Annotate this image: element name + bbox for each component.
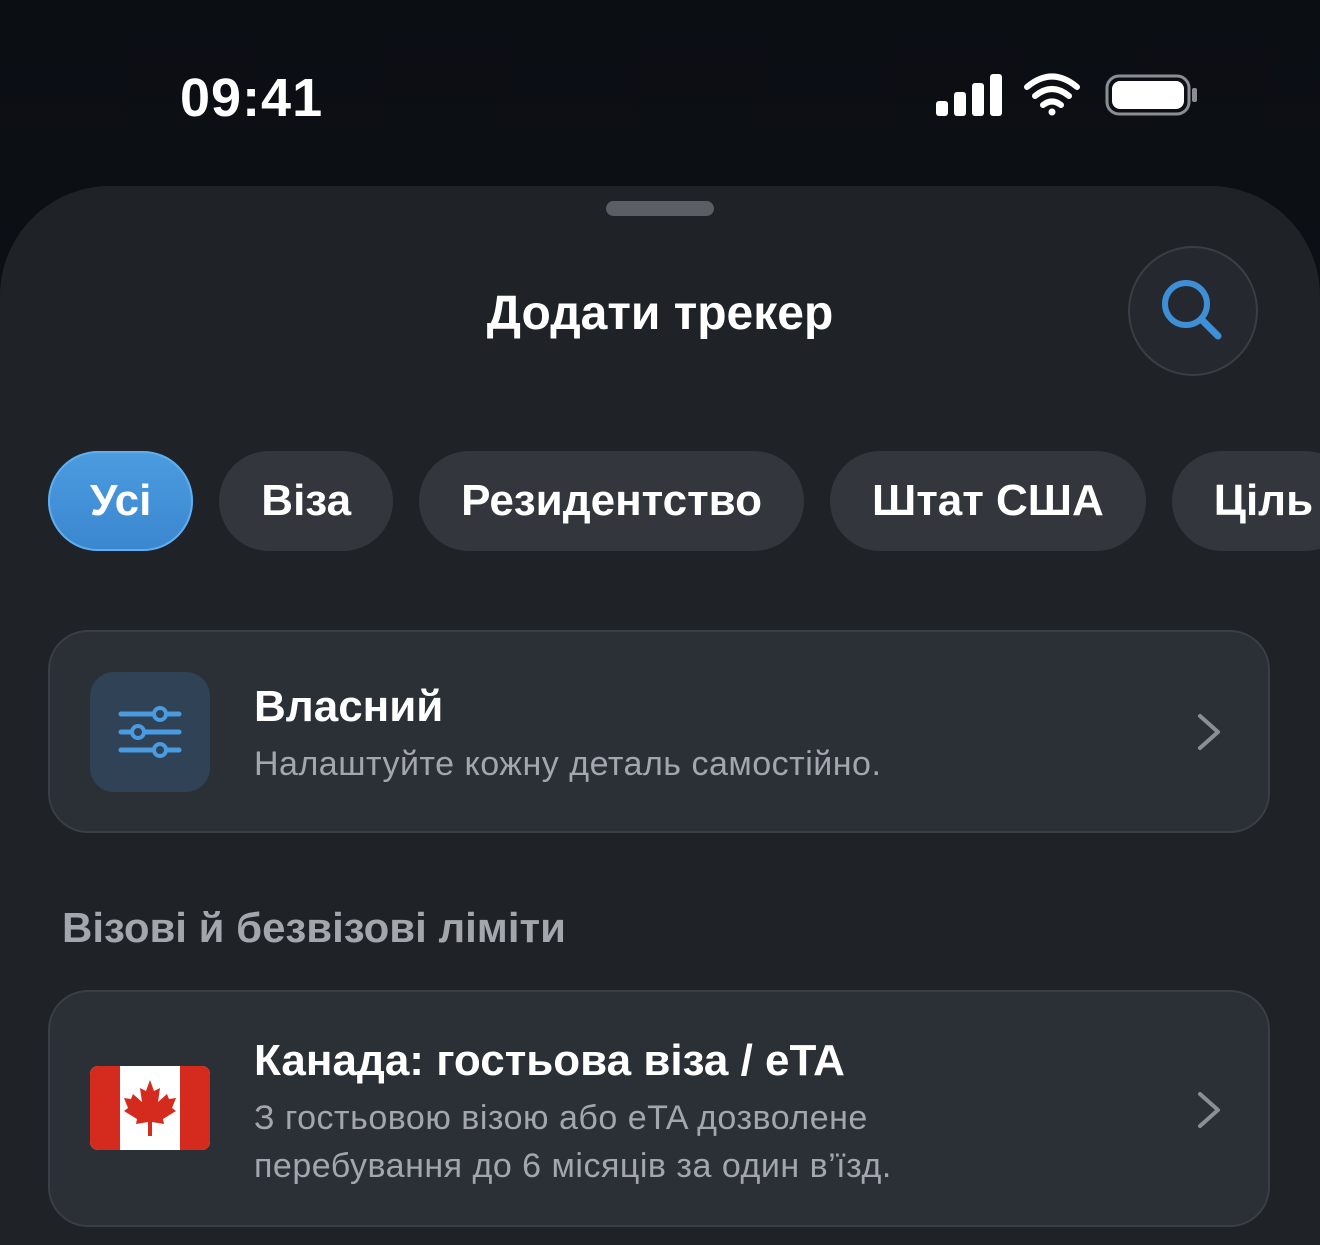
custom-card-title: Власний: [254, 682, 444, 731]
chip-residency[interactable]: Резидентство: [419, 451, 805, 551]
chip-goal[interactable]: Ціль: [1171, 451, 1320, 551]
item-subtitle-line-1: З гостьовою візою або eTA дозволене: [254, 1099, 868, 1137]
chevron-right-icon: [1198, 1092, 1220, 1128]
custom-icon-tile: [90, 672, 210, 792]
item-title: Канада: гостьова віза / eTA: [254, 1036, 845, 1085]
status-time: 09:41: [180, 68, 324, 128]
wifi-icon: [1024, 73, 1080, 116]
sliders-icon: [118, 706, 182, 758]
canada-flag-icon: [90, 1066, 210, 1150]
chip-us-state[interactable]: Штат США: [830, 451, 1146, 551]
status-icons: [936, 72, 1201, 122]
search-icon: [1162, 280, 1222, 340]
item-subtitle-line-2: перебування до 6 місяців за один в’їзд.: [254, 1147, 892, 1185]
sheet-title: Додати трекер: [486, 287, 834, 340]
screen: 09:41 Додати трекер Усі Віза Резидентств…: [0, 0, 1320, 1245]
section-header: Візові й безвізові ліміти: [62, 904, 566, 951]
custom-card-subtitle: Налаштуйте кожну деталь самостійно.: [254, 745, 882, 783]
chip-visa[interactable]: Віза: [219, 451, 394, 551]
battery-icon: [1105, 74, 1197, 116]
chevron-right-icon: [1198, 714, 1220, 750]
search-button[interactable]: [1128, 246, 1258, 376]
filter-chips: Усі Віза Резидентство Штат США Ціль: [48, 451, 1320, 551]
list-item[interactable]: Канада: гостьова віза / eTA З гостьовою …: [48, 990, 1270, 1227]
sheet-grabber[interactable]: [606, 201, 714, 216]
chip-all[interactable]: Усі: [48, 451, 194, 551]
custom-tracker-card[interactable]: Власний Налаштуйте кожну деталь самостій…: [48, 630, 1270, 833]
cellular-signal-icon: [936, 74, 1002, 116]
